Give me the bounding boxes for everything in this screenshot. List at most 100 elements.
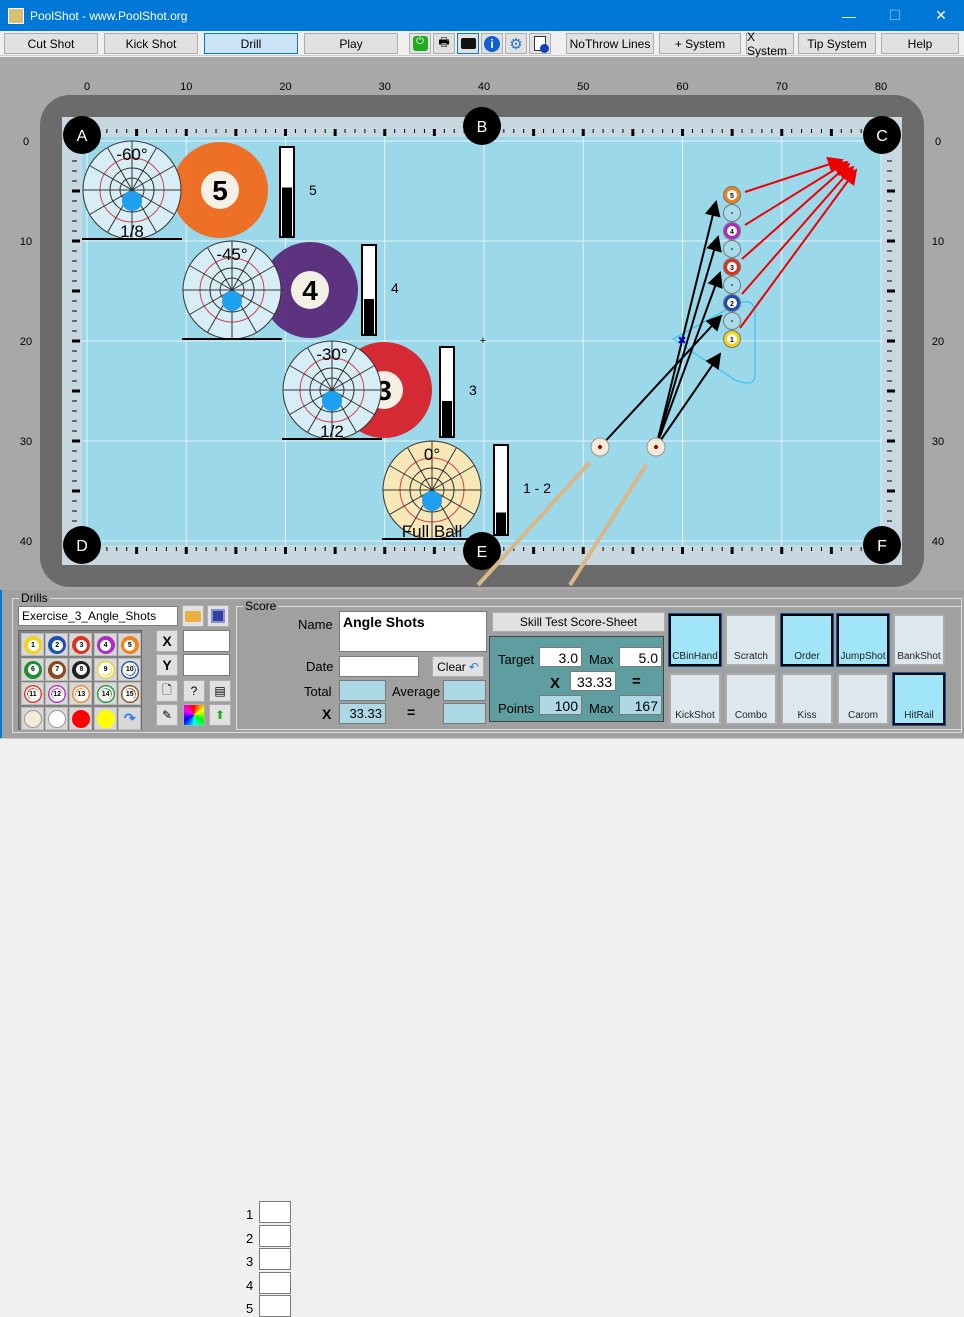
new-document-icon[interactable]: 🗋	[156, 680, 178, 702]
ghost-ball[interactable]	[723, 276, 741, 294]
x-coordinate-input[interactable]	[183, 630, 230, 652]
help-button[interactable]: Help	[881, 33, 959, 54]
score-row-input[interactable]	[259, 1295, 291, 1317]
cut-shot-button[interactable]: Cut Shot	[4, 33, 98, 54]
nothrow-lines-button[interactable]: NoThrow Lines	[566, 33, 654, 54]
drill-name-input[interactable]: Angle Shots	[339, 611, 487, 652]
status-bar	[0, 738, 964, 761]
camera-icon[interactable]	[457, 33, 479, 54]
score-bar-label: 1 - 2	[523, 480, 551, 496]
drill-file-input[interactable]: Exercise_3_Angle_Shots	[18, 606, 178, 626]
printer-icon[interactable]: 🖶	[433, 33, 455, 54]
kick-shot-button[interactable]: Kick Shot	[104, 33, 198, 54]
palette-ball-11[interactable]: 11	[21, 682, 44, 705]
redo-icon[interactable]: ↷	[117, 706, 141, 730]
ghost-ball[interactable]	[723, 240, 741, 258]
cue-ball[interactable]	[590, 437, 610, 457]
power-icon[interactable]: ⏻	[409, 33, 431, 54]
skill-order-button[interactable]: Order	[780, 613, 834, 667]
palette-ball-4[interactable]: 4	[93, 633, 117, 656]
palette-ball-10[interactable]: 10	[117, 657, 141, 681]
palette-ball-5[interactable]: 5	[117, 633, 141, 656]
skill-hitrail-button[interactable]: HitRail	[892, 672, 946, 726]
palette-ball-9[interactable]: 9	[93, 657, 117, 681]
object-ball-3[interactable]: 3	[723, 258, 741, 276]
palette-ball-15[interactable]: 15	[117, 682, 141, 705]
pool-table[interactable]: 0 10 20 30 40 50 60 70 80 0 0 10 10 20 20 30 30 40 40 A B C D E…	[0, 57, 964, 590]
help-document-icon[interactable]	[529, 33, 551, 54]
angle-diagram: 3-30°1/23	[282, 340, 477, 441]
edit-notes-icon[interactable]: ✎	[156, 704, 178, 726]
y-coordinate-input[interactable]	[183, 654, 230, 676]
object-ball-4[interactable]: 4	[723, 222, 741, 240]
palette-white-ball[interactable]	[45, 706, 69, 730]
skill-test-score-sheet-button[interactable]: Skill Test Score-Sheet	[492, 612, 665, 632]
palette-ball-3[interactable]: 3	[69, 633, 93, 656]
skill-kiss-button[interactable]: Kiss	[781, 673, 833, 725]
table-area[interactable]: 0 10 20 30 40 50 60 70 80 0 0 10 10 20 20 30 30 40 40 A B C D E…	[0, 57, 964, 590]
play-button[interactable]: Play	[304, 33, 398, 54]
object-ball-2[interactable]: 2	[723, 294, 741, 312]
skill-scratch-button[interactable]: Scratch	[725, 614, 777, 666]
pocket-d[interactable]: D	[63, 526, 101, 564]
tip-system-button[interactable]: Tip System	[798, 33, 876, 54]
points-label: Points	[498, 701, 535, 716]
pocket-a[interactable]: A	[63, 116, 101, 154]
info-icon[interactable]: i	[481, 33, 503, 54]
score-row-input[interactable]	[259, 1201, 291, 1223]
palette-ball-14[interactable]: 14	[93, 682, 117, 705]
palette-red-ball[interactable]	[69, 706, 93, 730]
skill-carom-button[interactable]: Carom	[837, 673, 889, 725]
palette-ball-8[interactable]: 8	[69, 657, 93, 681]
skill-jumpshot-button[interactable]: JumpShot	[836, 613, 890, 667]
pocket-f[interactable]: F	[863, 526, 901, 564]
document-help-icon[interactable]: ?	[183, 680, 205, 702]
skill-kickshot-button[interactable]: KickShot	[669, 673, 721, 725]
export-folder-icon[interactable]: ⬆	[209, 704, 231, 726]
plus-system-button[interactable]: + System	[659, 33, 741, 54]
table-list-icon[interactable]: ▤	[209, 680, 231, 702]
x-tick-label: 0	[84, 81, 90, 93]
target-label: Target	[498, 652, 535, 667]
color-palette-icon[interactable]	[183, 704, 205, 726]
minimize-button[interactable]: —	[826, 8, 872, 24]
palette-ball-6[interactable]: 6	[21, 657, 44, 681]
skill-bankshot-button[interactable]: BankShot	[893, 614, 945, 666]
close-button[interactable]: ✕	[918, 7, 964, 24]
ball-number: 4	[302, 275, 318, 306]
palette-ball-13[interactable]: 13	[69, 682, 93, 705]
skill-label: BankShot	[897, 651, 941, 662]
ghost-ball[interactable]	[723, 312, 741, 330]
pocket-c[interactable]: C	[863, 116, 901, 154]
target-input[interactable]: 3.0	[539, 647, 582, 667]
ghost-ball[interactable]	[723, 204, 741, 222]
palette-yellow-ball[interactable]	[93, 706, 117, 730]
score-row-input[interactable]	[259, 1271, 291, 1294]
save-icon[interactable]	[207, 605, 229, 627]
skill-cbinhand-button[interactable]: CBinHand	[668, 613, 722, 667]
max-input[interactable]: 5.0	[619, 647, 662, 667]
palette-ball-7[interactable]: 7	[45, 657, 69, 681]
y-tick-label-right: 10	[932, 236, 944, 248]
palette-ball-1[interactable]: 1	[21, 633, 44, 656]
maximize-button[interactable]: ☐	[872, 7, 918, 24]
gear-icon[interactable]: ⚙	[505, 33, 527, 54]
object-ball-5[interactable]: 5	[723, 186, 741, 204]
multiplier-input[interactable]: 33.33	[570, 671, 616, 691]
score-row-input[interactable]	[259, 1248, 291, 1270]
average-value	[443, 680, 486, 701]
skill-combo-button[interactable]: Combo	[725, 673, 777, 725]
open-folder-icon[interactable]	[182, 605, 204, 627]
pocket-b[interactable]: B	[463, 107, 501, 145]
score-row-input[interactable]	[259, 1224, 291, 1247]
date-label: Date	[306, 659, 334, 674]
palette-ball-2[interactable]: 2	[45, 633, 69, 656]
date-input[interactable]	[339, 656, 419, 677]
clear-button[interactable]: Clear ↶	[432, 656, 484, 677]
cue-ball[interactable]	[646, 437, 666, 457]
object-ball-1[interactable]: 1	[723, 330, 741, 348]
palette-cue-ball[interactable]	[21, 706, 44, 730]
drill-button[interactable]: Drill	[204, 33, 298, 54]
palette-ball-12[interactable]: 12	[45, 682, 69, 705]
x-system-button[interactable]: X System	[746, 30, 794, 58]
